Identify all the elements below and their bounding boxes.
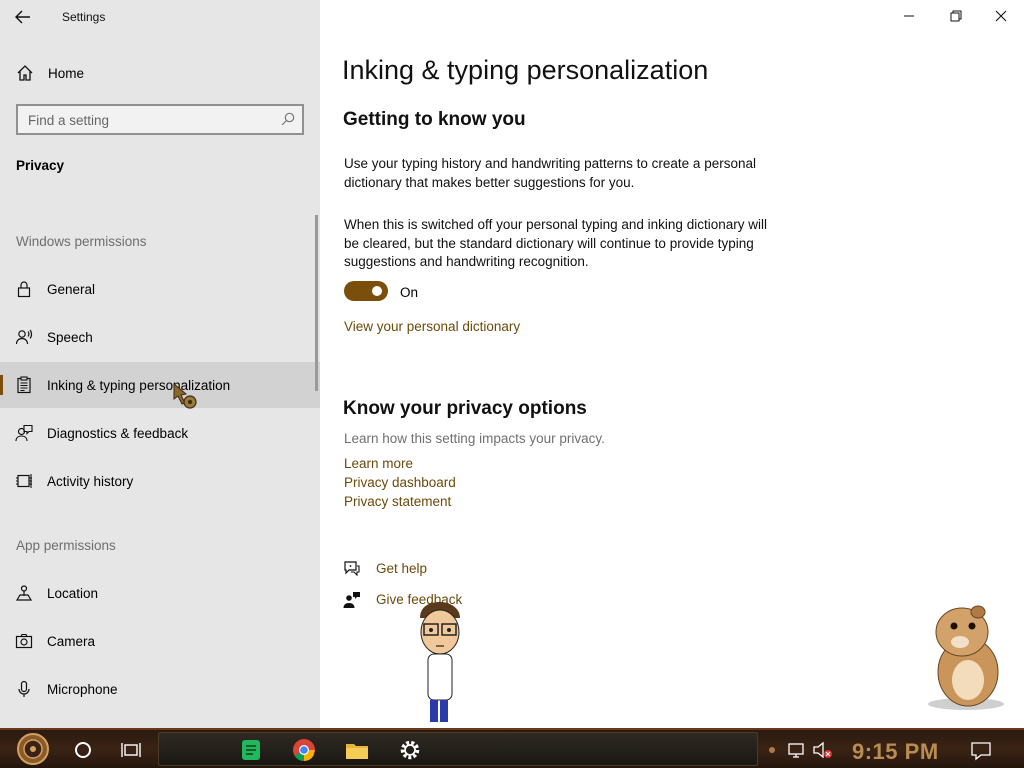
sidebar-scrollbar[interactable] xyxy=(315,215,318,391)
cortana-circle-icon xyxy=(75,742,91,758)
toggle-state-label: On xyxy=(400,285,419,300)
chevron-up-icon xyxy=(769,747,775,753)
chrome-icon xyxy=(293,739,315,761)
sidebar-item-label: General xyxy=(47,282,96,297)
back-arrow-icon xyxy=(15,10,30,24)
sidebar-item-label: Diagnostics & feedback xyxy=(47,426,189,441)
description-text: Use your typing history and handwriting … xyxy=(344,156,756,190)
description-text: When this is switched off your personal … xyxy=(344,217,767,269)
folder-icon xyxy=(346,744,368,759)
main-content: Inking & typing personalization Getting … xyxy=(320,0,1024,728)
search-box[interactable] xyxy=(16,104,304,135)
privacy-dashboard-link[interactable]: Privacy dashboard xyxy=(344,475,456,490)
lock-icon xyxy=(17,281,31,298)
learn-more-link[interactable]: Learn more xyxy=(344,456,413,471)
notification-icon xyxy=(971,742,991,761)
section-heading-privacy-options: Know your privacy options xyxy=(343,398,587,419)
microphone-icon xyxy=(18,680,30,697)
view-dictionary-link[interactable]: View your personal dictionary xyxy=(344,319,520,334)
home-icon xyxy=(17,65,33,81)
sidebar-item-microphone[interactable]: Microphone xyxy=(0,666,320,712)
group-header-windows-permissions: Windows permissions xyxy=(16,234,147,249)
get-help-icon xyxy=(344,561,360,577)
page-title: Inking & typing personalization xyxy=(342,55,709,85)
sidebar-item-inking-typing[interactable]: Inking & typing personalization xyxy=(0,362,320,408)
personalization-toggle[interactable] xyxy=(344,281,388,301)
sidebar-item-location[interactable]: Location xyxy=(0,570,320,616)
search-icon[interactable] xyxy=(280,111,296,127)
sidebar-item-activity-history[interactable]: Activity history xyxy=(0,458,320,504)
task-view-icon xyxy=(121,743,141,757)
sidebar-item-label: Speech xyxy=(47,330,93,345)
sidebar-item-label: Activity history xyxy=(47,474,134,489)
sidebar-item-label: Microphone xyxy=(47,682,118,697)
group-header-app-permissions: App permissions xyxy=(16,538,116,553)
task-view-button[interactable] xyxy=(116,736,146,764)
settings-gear-icon xyxy=(400,740,420,760)
clipboard-icon xyxy=(17,376,31,394)
start-gear-icon xyxy=(17,733,49,765)
volume-button[interactable] xyxy=(810,736,840,764)
cartoon-character-mascot xyxy=(420,602,460,722)
taskbar-app-chrome[interactable] xyxy=(289,736,319,764)
cortana-button[interactable] xyxy=(68,736,98,764)
mouse-cursor-icon xyxy=(173,382,197,409)
give-feedback-icon xyxy=(343,592,360,608)
sidebar-item-camera[interactable]: Camera xyxy=(0,618,320,664)
toggle-knob xyxy=(372,286,382,296)
feedback-person-icon xyxy=(15,424,33,442)
sidebar-item-diagnostics[interactable]: Diagnostics & feedback xyxy=(0,410,320,456)
back-button[interactable] xyxy=(10,6,38,28)
sidebar-item-general[interactable]: General xyxy=(0,266,320,312)
action-center-button[interactable] xyxy=(966,736,996,764)
taskbar-app-notes[interactable] xyxy=(236,736,266,764)
privacy-statement-link[interactable]: Privacy statement xyxy=(344,494,451,509)
privacy-description: Learn how this setting impacts your priv… xyxy=(344,431,605,446)
show-hidden-icons-button[interactable] xyxy=(765,736,779,764)
sidebar-item-label: Camera xyxy=(47,634,96,649)
section-title: Privacy xyxy=(16,158,65,173)
sidebar: Settings Home Privacy Windows permission… xyxy=(0,0,320,728)
activity-history-icon xyxy=(16,474,32,488)
sidebar-item-label: Location xyxy=(47,586,99,601)
camera-icon xyxy=(15,633,33,649)
app-title: Settings xyxy=(62,10,106,24)
taskbar-app-file-explorer[interactable] xyxy=(342,736,372,764)
sidebar-item-home[interactable]: Home xyxy=(0,58,320,90)
taskbar: 9:15 PM xyxy=(0,728,1024,768)
speech-icon xyxy=(15,329,33,345)
sidebar-item-label: Home xyxy=(48,66,85,81)
taskbar-clock[interactable]: 9:15 PM xyxy=(852,739,939,765)
notes-app-icon xyxy=(242,740,260,760)
hamster-mascot xyxy=(928,605,1004,710)
location-icon xyxy=(15,585,33,601)
sidebar-item-speech[interactable]: Speech xyxy=(0,314,320,360)
start-button[interactable] xyxy=(10,732,56,766)
title-bar: Settings xyxy=(0,0,320,34)
taskbar-app-settings[interactable] xyxy=(395,736,425,764)
volume-muted-icon xyxy=(813,741,832,759)
section-heading-getting-to-know-you: Getting to know you xyxy=(343,109,526,130)
get-help-link[interactable]: Get help xyxy=(376,561,427,576)
search-input[interactable] xyxy=(28,110,268,130)
